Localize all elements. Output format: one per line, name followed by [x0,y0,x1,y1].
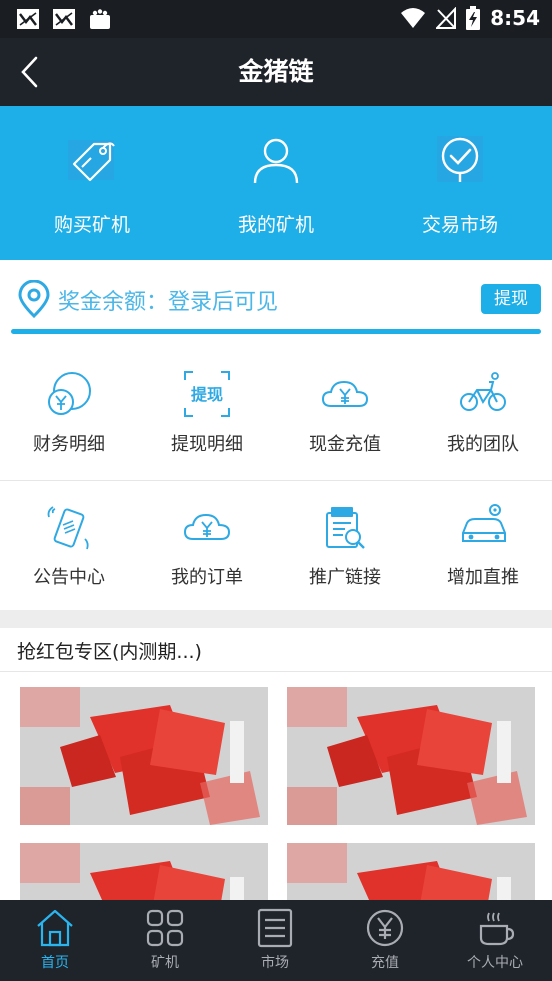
location-pin-icon [18,280,50,318]
add-direct-referral-button[interactable]: 增加直推 [414,481,552,611]
red-packet-section-header: 抢红包专区(内测期...) [0,628,552,672]
tag-icon [68,140,115,182]
withdraw-record-icon: 提现 [184,371,230,417]
my-miner-label: 我的矿机 [237,214,314,236]
tab-profile-label: 个人中心 [467,955,523,971]
red-packet-image [20,687,268,825]
function-grid-row-1: 财务明细 提现 提现明细 现金充值 我的团队 [0,348,552,478]
tab-miner-label: 矿机 [151,955,179,971]
list-icon [257,908,293,948]
cash-recharge-label: 现金充值 [309,434,381,455]
car-location-icon [462,504,506,542]
withdraw-details-button[interactable]: 提现 提现明细 [138,348,276,478]
section-divider [0,610,552,628]
red-packet-section-title: 抢红包专区(内测期...) [17,641,202,663]
tab-home-label: 首页 [41,955,69,971]
withdraw-button[interactable]: 提现 [481,284,541,314]
page-title: 金猪链 [238,57,314,86]
notification-app-icon [17,9,39,29]
tab-recharge-label: 充值 [371,955,399,971]
battery-charging-icon [466,6,481,30]
tab-profile[interactable]: 个人中心 [440,900,550,981]
feature-band: 购买矿机 我的矿机 交易市场 [0,106,552,260]
grid-icon [146,909,184,947]
back-arrow-icon[interactable] [16,54,46,90]
finance-details-label: 财务明细 [33,434,105,455]
status-bar: 8:54 [0,0,552,38]
check-pin-icon [437,136,483,182]
announcement-center-button[interactable]: 公告中心 [0,481,138,611]
app-screen: 8:54 金猪链 购买矿机 我的矿机 交易市场 奖金余额：登录后可见 提现 财务… [0,0,552,981]
coffee-cup-icon [479,912,515,946]
my-team-label: 我的团队 [447,434,519,455]
promotion-link-label: 推广链接 [309,567,381,588]
bonus-underline [11,329,541,334]
tab-home[interactable]: 首页 [0,900,110,981]
tab-market[interactable]: 市场 [220,900,330,981]
function-grid-row-2: 公告中心 我的订单 推广链接 增加直推 [0,480,552,610]
status-time: 8:54 [490,6,540,30]
home-icon [37,909,73,947]
yuan-coin-icon [366,909,404,947]
red-packet-card[interactable] [20,687,268,825]
my-team-button[interactable]: 我的团队 [414,348,552,478]
tab-miner[interactable]: 矿机 [110,900,220,981]
my-orders-label: 我的订单 [171,567,243,588]
promotion-link-button[interactable]: 推广链接 [276,481,414,611]
red-packet-card[interactable] [287,687,535,825]
finance-icon [48,372,91,415]
tab-recharge[interactable]: 充值 [330,900,440,981]
withdraw-details-label: 提现明细 [171,434,243,455]
bonus-balance-text: 奖金余额：登录后可见 [58,290,279,315]
cash-recharge-button[interactable]: 现金充值 [276,348,414,478]
cloud-yuan-icon [183,513,231,540]
bottom-tab-bar: 首页 矿机 市场 充值 个人中心 [0,900,552,981]
add-direct-referral-label: 增加直推 [447,567,519,588]
trading-market-label: 交易市场 [421,214,498,236]
cloud-yuan-icon [321,380,369,407]
wifi-icon [401,8,426,28]
bicycle-icon [460,372,506,411]
red-packet-image [287,687,535,825]
user-icon [253,138,299,184]
withdraw-icon-text: 提现 [191,385,223,404]
shopping-bag-icon [90,9,110,29]
announcement-center-label: 公告中心 [33,567,105,588]
bonus-balance-bar: 奖金余额：登录后可见 提现 [0,260,552,336]
my-orders-button[interactable]: 我的订单 [138,481,276,611]
tab-market-label: 市场 [261,955,289,971]
buy-miner-label: 购买矿机 [53,214,130,236]
register-search-icon [326,507,365,549]
buy-miner-button[interactable]: 购买矿机 [0,106,184,260]
trading-market-button[interactable]: 交易市场 [368,106,552,260]
phone-ring-icon [47,506,89,550]
notification-app-icon [53,9,75,29]
nav-header: 金猪链 [0,38,552,106]
no-signal-icon [436,7,457,29]
my-miner-button[interactable]: 我的矿机 [184,106,368,260]
finance-details-button[interactable]: 财务明细 [0,348,138,478]
